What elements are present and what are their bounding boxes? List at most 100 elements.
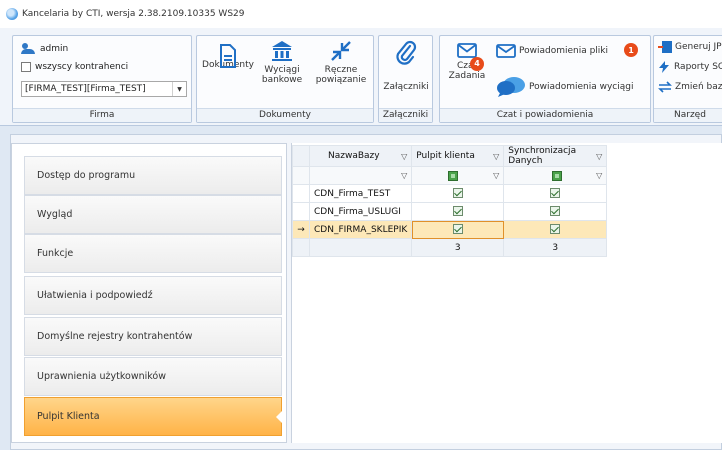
summary-pulpit-count: 3 <box>411 238 505 257</box>
column-header-label: Synchronizacja Danych <box>508 146 577 166</box>
pulpit-checkbox[interactable] <box>452 188 463 199</box>
file-notifications-button[interactable]: Powiadomienia pliki <box>496 44 608 58</box>
nav-item-label: Wygląd <box>37 209 73 220</box>
group-label-dokumenty: Dokumenty <box>197 108 373 122</box>
paperclip-icon <box>396 40 417 65</box>
table-row[interactable]: CDN_Firma_TEST <box>292 184 608 203</box>
filter-icon[interactable]: ▽ <box>493 152 499 161</box>
cell-sync[interactable] <box>503 220 608 239</box>
cell-pulpit[interactable] <box>411 202 505 221</box>
nav-item-uprawnienia[interactable]: Uprawnienia użytkowników <box>24 357 282 396</box>
column-header-pulpit-klienta[interactable]: Pulpit klienta ▽ <box>411 145 505 167</box>
pulpit-checkbox[interactable] <box>452 206 463 217</box>
chat-label-2: Zadania <box>448 71 486 81</box>
table-row-selected[interactable]: → CDN_FIRMA_SKLEPIK <box>292 220 608 239</box>
reports-button[interactable]: Raporty SC <box>658 61 722 73</box>
nav-item-funkcje[interactable]: Funkcje <box>24 234 282 273</box>
chat-tasks-button[interactable]: Czat Zadania 4 <box>444 43 490 81</box>
cell-sync[interactable] <box>503 184 608 203</box>
databases-grid: NazwaBazy ▽ Pulpit klienta ▽ Synchronizacj… <box>292 145 608 257</box>
generate-jpk-button[interactable]: Generuj JP <box>658 41 722 53</box>
chevron-down-icon[interactable]: ▼ <box>172 82 186 96</box>
summary-cell-nazwa <box>308 238 413 257</box>
group-label-zalaczniki: Załączniki <box>379 108 432 122</box>
bank-statements-button[interactable]: Wyciągi bankowe <box>257 40 307 85</box>
jpk-icon <box>658 41 672 53</box>
document-icon <box>220 44 236 68</box>
column-header-nazwa-bazy[interactable]: NazwaBazy ▽ <box>308 145 413 167</box>
all-contractors-checkbox-row[interactable]: wszyscy kontrahenci <box>21 62 128 72</box>
nav-item-rejestry[interactable]: Domyślne rejestry kontrahentów <box>24 317 282 356</box>
app-logo-icon <box>6 8 18 20</box>
summary-sync-count: 3 <box>503 238 608 257</box>
current-user[interactable]: admin <box>21 43 68 54</box>
filter-icon[interactable]: ▽ <box>493 171 499 180</box>
nav-item-wyglad[interactable]: Wygląd <box>24 195 282 234</box>
attachments-button[interactable]: Załączniki <box>381 40 431 92</box>
nav-item-label: Dostęp do programu <box>37 170 136 181</box>
ribbon-group-czat: Czat Zadania 4 Powiadomienia pliki 1 Pow… <box>439 35 651 123</box>
nav-item-dostep[interactable]: Dostęp do programu <box>24 156 282 195</box>
manual-link-label-1: Ręczne <box>324 65 358 75</box>
group-label-czat: Czat i powiadomienia <box>440 108 650 122</box>
grid-filter-row: ▽ ▽ ▽ <box>292 166 608 185</box>
cell-nazwa[interactable]: CDN_Firma_USLUGI <box>308 202 413 221</box>
filter-checkbox[interactable] <box>448 170 459 181</box>
filter-checkbox[interactable] <box>552 170 563 181</box>
nav-item-label: Pulpit Klienta <box>37 411 100 422</box>
sync-checkbox[interactable] <box>550 206 561 217</box>
title-bar: Kancelaria by CTI, wersja 2.38.2109.1033… <box>0 0 722 28</box>
window-title: Kancelaria by CTI, wersja 2.38.2109.1033… <box>22 9 245 19</box>
cell-nazwa[interactable]: CDN_Firma_TEST <box>308 184 413 203</box>
change-database-button[interactable]: Zmień baz <box>658 81 722 93</box>
all-contractors-checkbox[interactable] <box>21 62 31 72</box>
envelope-icon <box>496 44 516 58</box>
statement-notifications-button[interactable]: Powiadomienia wyciągi <box>496 76 633 98</box>
file-notifications-badge: 1 <box>624 43 638 57</box>
ribbon-group-zalaczniki: Załączniki Załączniki <box>378 35 433 123</box>
manual-link-button[interactable]: Ręczne powiązanie <box>313 40 369 85</box>
sync-checkbox[interactable] <box>550 188 561 199</box>
cell-pulpit[interactable] <box>411 220 505 239</box>
filter-cell-pulpit[interactable]: ▽ <box>411 166 505 185</box>
change-database-label: Zmień baz <box>675 82 722 92</box>
all-contractors-label: wszyscy kontrahenci <box>35 62 129 72</box>
grid-summary-row: 3 3 <box>292 238 608 257</box>
group-label-firma: Firma <box>13 108 191 122</box>
filter-icon[interactable]: ▽ <box>401 171 407 180</box>
cell-sync[interactable] <box>503 202 608 221</box>
filter-icon[interactable]: ▽ <box>596 152 602 161</box>
cell-pulpit[interactable] <box>411 184 505 203</box>
bank-icon <box>272 41 292 61</box>
attachments-label: Załączniki <box>383 82 429 92</box>
nav-item-ulatwienia[interactable]: Ułatwienia i podpowiedź <box>24 276 282 315</box>
filter-cell-sync[interactable]: ▽ <box>503 166 608 185</box>
filter-cell-nazwa[interactable]: ▽ <box>308 166 413 185</box>
pulpit-checkbox[interactable] <box>452 224 463 235</box>
company-select[interactable]: [FIRMA_TEST][Firma_TEST] ▼ <box>21 81 187 97</box>
users-icon <box>21 43 37 54</box>
bank-statements-label-2: bankowe <box>261 75 303 85</box>
documents-button[interactable]: Dokumenty <box>201 44 255 70</box>
bank-statements-label-1: Wyciągi <box>264 65 300 75</box>
row-indicator <box>292 238 310 257</box>
filter-icon[interactable]: ▽ <box>401 152 407 161</box>
cell-nazwa[interactable]: CDN_FIRMA_SKLEPIK <box>308 220 413 239</box>
ribbon: admin wszyscy kontrahenci [FIRMA_TEST][F… <box>0 28 722 126</box>
column-header-label: Pulpit klienta <box>416 151 475 161</box>
ribbon-group-narzedzia: Generuj JP Raporty SC Zmień baz Narzęd <box>653 35 722 123</box>
nav-item-label: Ułatwienia i podpowiedź <box>37 290 153 301</box>
row-indicator <box>292 166 310 185</box>
row-indicator-header <box>292 145 310 167</box>
reports-label: Raporty SC <box>674 62 722 72</box>
filter-icon[interactable]: ▽ <box>596 171 602 180</box>
group-label-narzedzia: Narzęd <box>654 108 722 122</box>
table-row[interactable]: CDN_Firma_USLUGI <box>292 202 608 221</box>
sync-checkbox[interactable] <box>550 224 561 235</box>
column-header-synchronizacja[interactable]: Synchronizacja Danych ▽ <box>503 145 608 167</box>
nav-item-pulpit-klienta[interactable]: Pulpit Klienta <box>24 397 282 436</box>
generate-jpk-label: Generuj JP <box>675 42 722 52</box>
statement-notifications-label: Powiadomienia wyciągi <box>529 82 634 92</box>
user-name: admin <box>40 43 69 54</box>
manual-link-label-2: powiązanie <box>315 75 367 85</box>
